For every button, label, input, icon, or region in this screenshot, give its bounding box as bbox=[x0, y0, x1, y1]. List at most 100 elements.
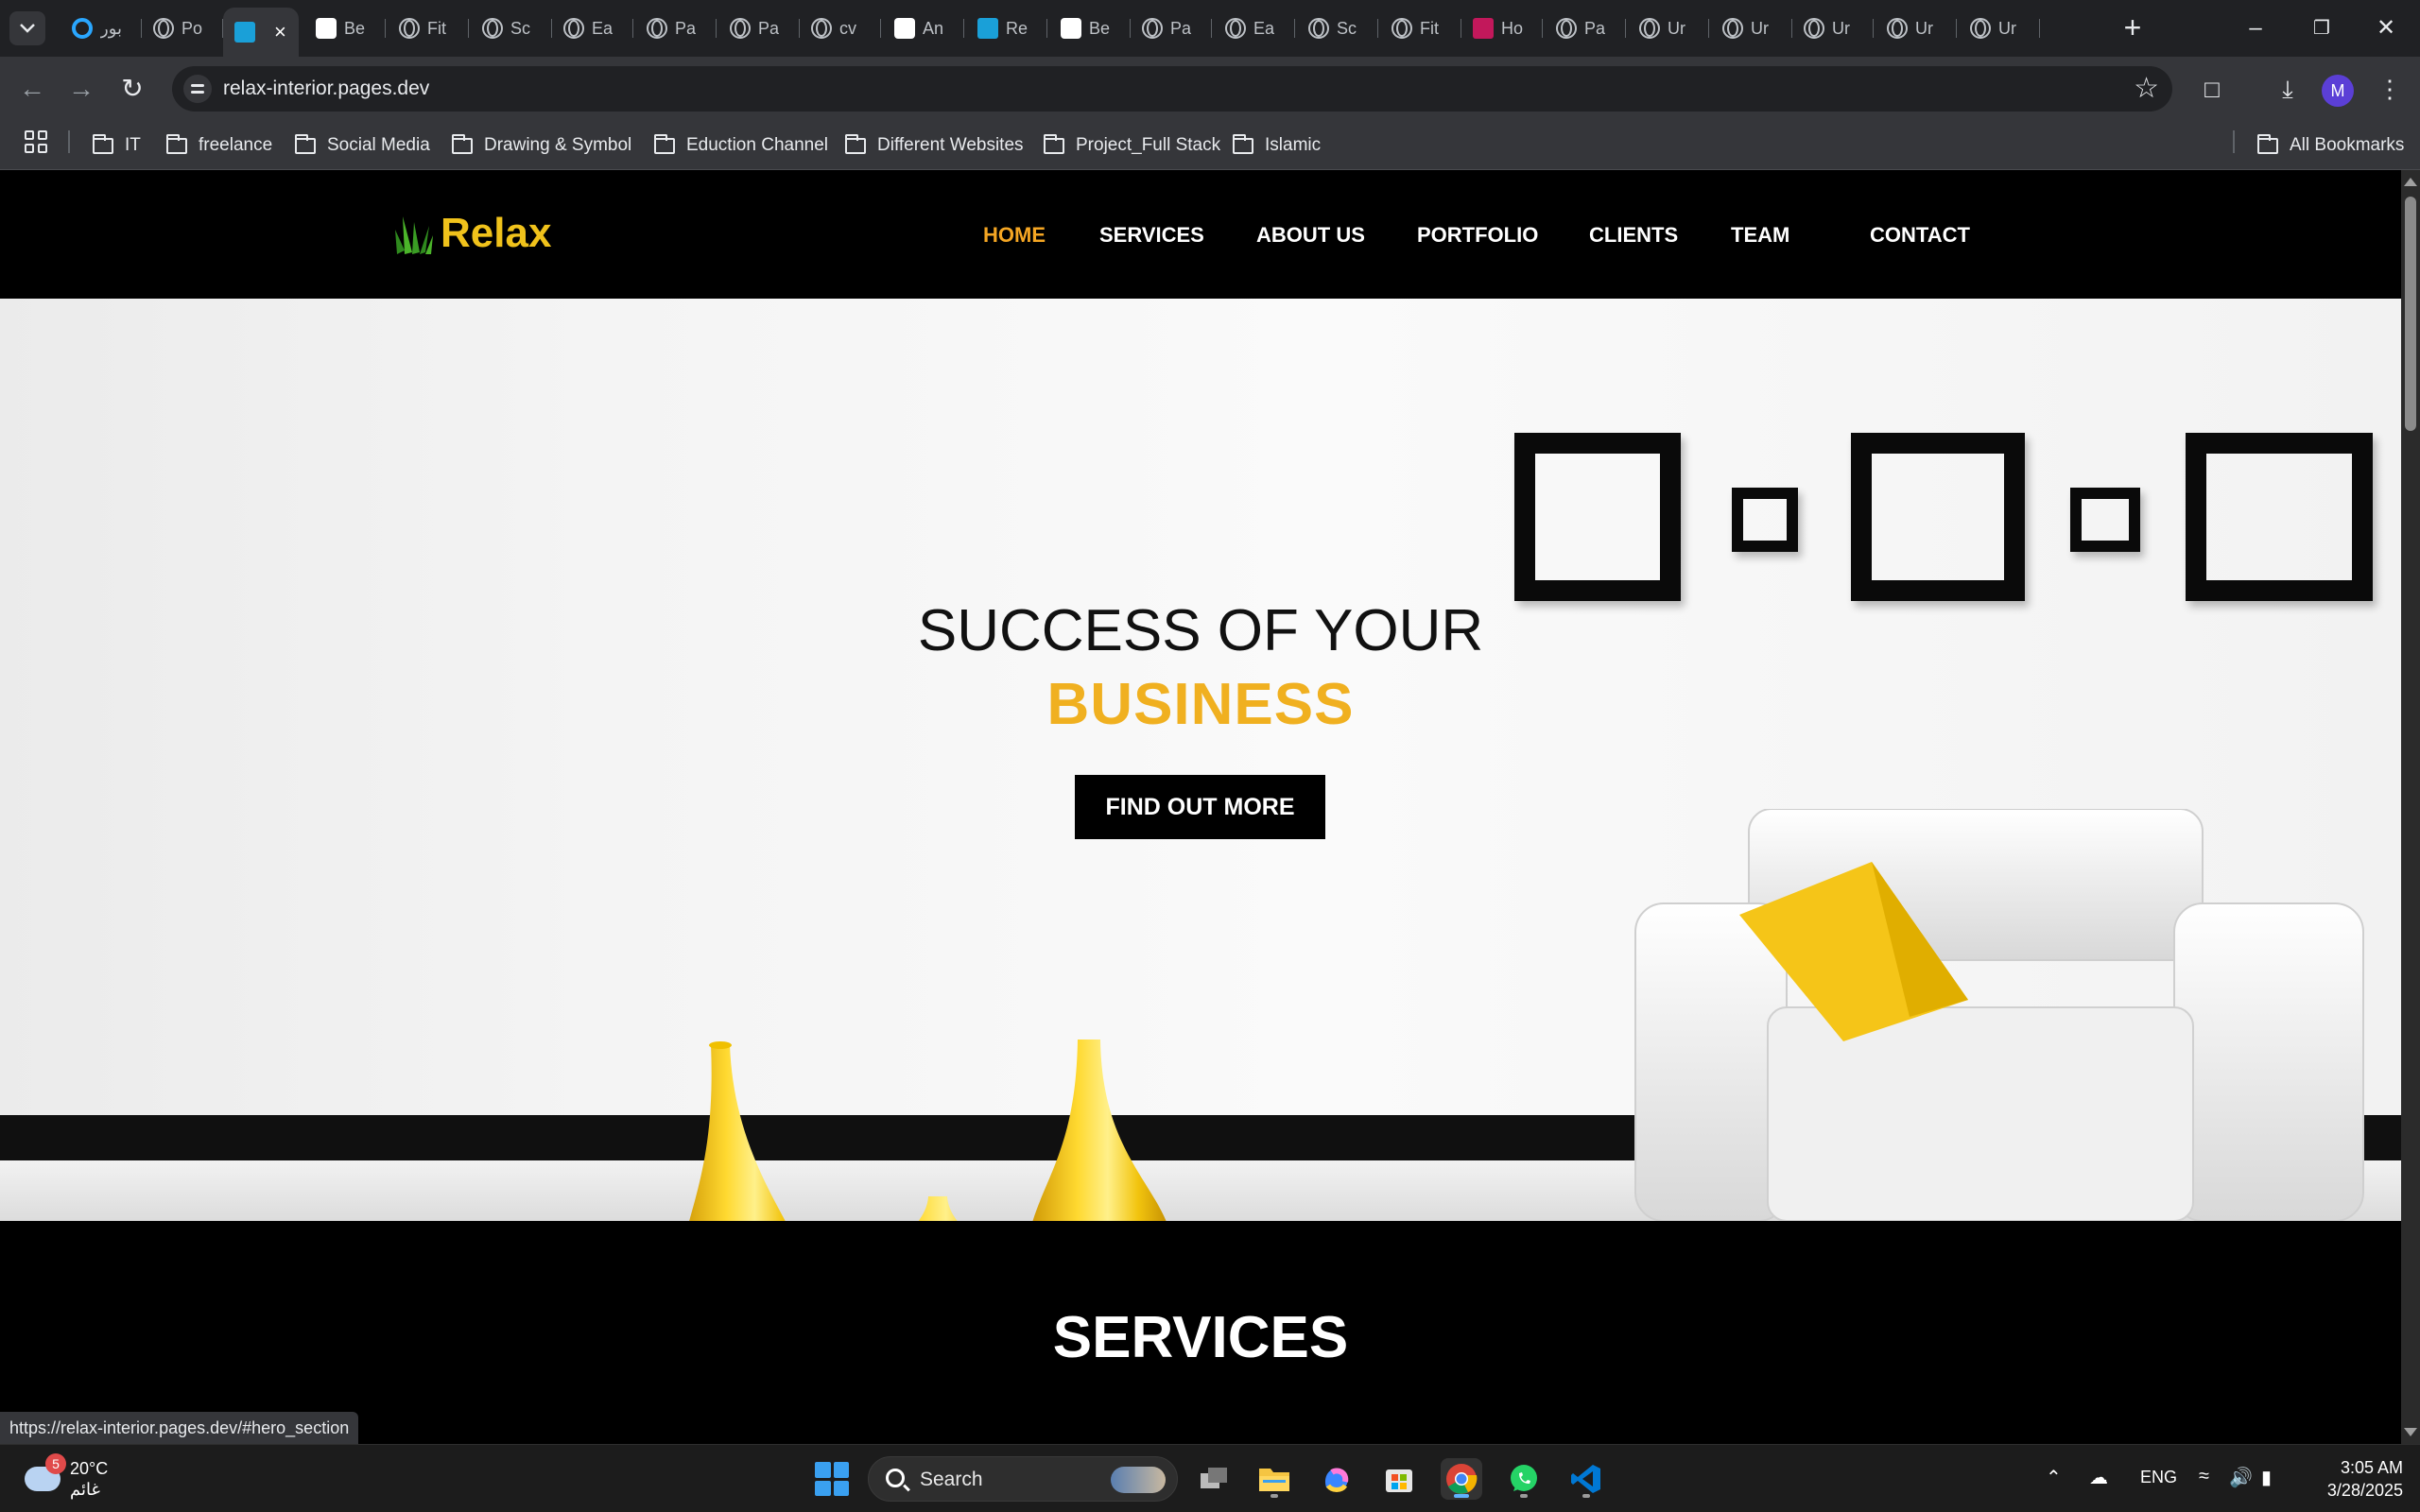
page-scrollbar[interactable] bbox=[2401, 170, 2420, 1444]
bookmark-folder[interactable]: freelance bbox=[165, 130, 273, 161]
folder-icon bbox=[92, 133, 113, 154]
nav-contact[interactable]: CONTACT bbox=[1870, 223, 1970, 248]
browser-tab[interactable]: Pa bbox=[1545, 8, 1626, 49]
download-icon[interactable]: ⤓ bbox=[2271, 72, 2305, 106]
weather-widget[interactable]: 5 20°C غائم bbox=[25, 1453, 108, 1500]
wifi-icon[interactable]: ≈ bbox=[2199, 1466, 2209, 1487]
globe-icon bbox=[1308, 18, 1329, 39]
scroll-up-arrow[interactable] bbox=[2404, 178, 2417, 186]
wall-frame bbox=[1514, 433, 1681, 601]
menu-kebab-icon[interactable]: ⋮ bbox=[2373, 72, 2407, 106]
extensions-icon[interactable]: □ bbox=[2195, 72, 2229, 106]
browser-tab[interactable]: Pa bbox=[635, 8, 717, 49]
language-indicator[interactable]: ENG bbox=[2140, 1468, 2177, 1487]
back-button[interactable]: ← bbox=[13, 70, 51, 108]
browser-tab[interactable]: Ea bbox=[1214, 8, 1295, 49]
bookmark-folder[interactable]: Eduction Channel bbox=[653, 130, 828, 161]
behance-icon bbox=[1061, 18, 1081, 39]
close-tab-icon[interactable]: × bbox=[274, 20, 286, 44]
tab-title: Sc bbox=[1337, 18, 1357, 38]
minimize-button[interactable]: – bbox=[2233, 11, 2278, 45]
browser-tab[interactable]: Ur bbox=[1711, 8, 1792, 49]
browser-tab[interactable]: Sc bbox=[1297, 8, 1378, 49]
bookmark-folder[interactable]: Drawing & Symbol bbox=[451, 130, 631, 161]
new-tab-button[interactable]: + bbox=[2116, 11, 2150, 45]
find-out-more-button[interactable]: FIND OUT MORE bbox=[1075, 775, 1325, 839]
browser-tab[interactable]: Sc bbox=[471, 8, 552, 49]
nav-portfolio[interactable]: PORTFOLIO bbox=[1417, 223, 1538, 248]
browser-tab[interactable]: Ur bbox=[1628, 8, 1709, 49]
close-window-button[interactable]: ✕ bbox=[2363, 11, 2409, 45]
site-logo[interactable]: Relax bbox=[393, 210, 551, 257]
bookmark-folder[interactable]: IT bbox=[92, 130, 141, 161]
reload-button[interactable]: ↻ bbox=[113, 70, 151, 108]
bookmark-star-icon[interactable]: ☆ bbox=[2134, 72, 2159, 105]
apps-grid-icon[interactable] bbox=[25, 130, 47, 153]
onedrive-cloud-icon[interactable]: ☁ bbox=[2089, 1466, 2108, 1489]
file-explorer-icon[interactable] bbox=[1253, 1458, 1295, 1500]
browser-toolbar: ← → ↻ relax-interior.pages.dev ☆ □ ⤓ M ⋮ bbox=[0, 57, 2420, 121]
volume-icon[interactable]: 🔊 bbox=[2229, 1466, 2253, 1489]
browser-tab[interactable]: Pa bbox=[718, 8, 800, 49]
nav-team[interactable]: TEAM bbox=[1731, 223, 1789, 248]
task-view-icon[interactable] bbox=[1193, 1458, 1235, 1500]
vscode-icon[interactable] bbox=[1565, 1458, 1607, 1500]
browser-tab[interactable]: Ur bbox=[1792, 8, 1874, 49]
browser-tab[interactable]: Ur bbox=[1876, 8, 1957, 49]
logo-text: Relax bbox=[441, 210, 552, 256]
tab-separator bbox=[716, 19, 717, 38]
browser-tab[interactable]: Re bbox=[966, 8, 1047, 49]
bookmark-folder[interactable]: Different Websites bbox=[844, 130, 1024, 161]
copilot-icon[interactable] bbox=[1316, 1458, 1357, 1500]
restore-button[interactable]: ❐ bbox=[2299, 11, 2344, 45]
browser-tab[interactable]: Po bbox=[142, 8, 223, 49]
microsoft-store-icon[interactable] bbox=[1378, 1458, 1420, 1500]
browser-tab[interactable]: Be bbox=[1049, 8, 1131, 49]
bookmark-label: Different Websites bbox=[877, 135, 1024, 155]
address-bar[interactable]: relax-interior.pages.dev ☆ bbox=[172, 66, 2172, 112]
taskbar-search[interactable]: Search bbox=[868, 1456, 1178, 1502]
start-button[interactable] bbox=[815, 1462, 849, 1496]
browser-tab[interactable]: Ea bbox=[552, 8, 633, 49]
nav-home[interactable]: HOME bbox=[983, 223, 1046, 248]
browser-tab[interactable]: An bbox=[883, 8, 964, 49]
tab-title: Be bbox=[344, 18, 366, 38]
site-header: Relax HOME SERVICES ABOUT US PORTFOLIO C… bbox=[0, 170, 2401, 299]
browser-tab[interactable]: Ur bbox=[1959, 8, 2040, 49]
site-info-icon[interactable] bbox=[183, 75, 212, 103]
browser-tab[interactable]: × bbox=[223, 8, 299, 57]
globe-icon bbox=[1392, 18, 1412, 39]
show-hidden-icons-chevron-icon[interactable]: ⌃ bbox=[2046, 1466, 2062, 1489]
all-bookmarks-button[interactable]: All Bookmarks bbox=[2256, 130, 2404, 161]
bookmark-folder[interactable]: Islamic bbox=[1232, 130, 1321, 161]
scrollbar-thumb[interactable] bbox=[2405, 197, 2416, 431]
tab-separator bbox=[468, 19, 469, 38]
system-clock[interactable]: 3:05 AM 3/28/2025 bbox=[2312, 1456, 2403, 1502]
bookmark-folder[interactable]: Social Media bbox=[294, 130, 430, 161]
nav-services[interactable]: SERVICES bbox=[1099, 223, 1204, 248]
browser-tab[interactable]: بور bbox=[60, 8, 142, 49]
browser-tab[interactable]: Fit bbox=[1380, 8, 1461, 49]
tab-search-button[interactable] bbox=[9, 11, 45, 45]
folder-icon bbox=[165, 133, 187, 154]
profile-avatar[interactable]: M bbox=[2322, 75, 2354, 107]
globe-icon bbox=[1142, 18, 1163, 39]
bookmark-label: freelance bbox=[199, 135, 273, 155]
browser-tab[interactable]: Ho bbox=[1461, 8, 1543, 49]
tab-separator bbox=[1873, 19, 1874, 38]
browser-tab[interactable]: Fit bbox=[388, 8, 469, 49]
browser-tab[interactable]: Pa bbox=[1131, 8, 1212, 49]
scroll-down-arrow[interactable] bbox=[2404, 1428, 2417, 1436]
forward-button[interactable]: → bbox=[62, 70, 100, 108]
browser-tab[interactable]: cv bbox=[800, 8, 881, 49]
tab-title: Fit bbox=[1420, 18, 1439, 38]
tab-title: Ur bbox=[1668, 18, 1685, 38]
battery-icon[interactable]: ▮ bbox=[2261, 1466, 2272, 1489]
chrome-icon[interactable] bbox=[1441, 1458, 1482, 1500]
nav-clients[interactable]: CLIENTS bbox=[1589, 223, 1678, 248]
bookmark-folder[interactable]: Project_Full Stack bbox=[1043, 130, 1220, 161]
browser-tab[interactable]: Be bbox=[304, 8, 386, 49]
url-text[interactable]: relax-interior.pages.dev bbox=[223, 77, 429, 100]
whatsapp-icon[interactable] bbox=[1503, 1458, 1545, 1500]
nav-about-us[interactable]: ABOUT US bbox=[1256, 223, 1365, 248]
